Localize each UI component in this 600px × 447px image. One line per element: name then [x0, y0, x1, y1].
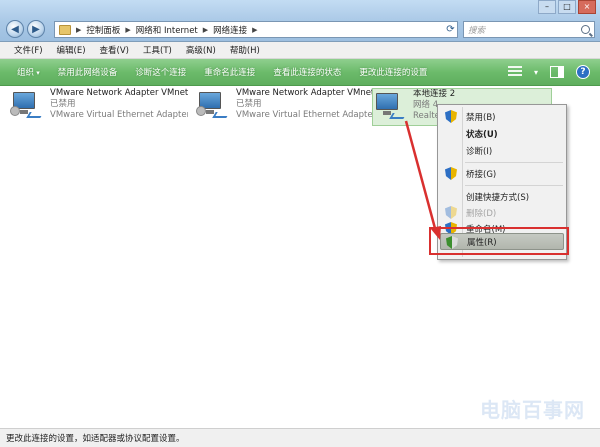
- status-text: 更改此连接的设置，如适配器或协议配置设置。: [6, 434, 185, 444]
- refresh-icon[interactable]: ⟳: [443, 22, 458, 37]
- menu-tools[interactable]: 工具(T): [137, 43, 178, 57]
- window-controls: – □ ×: [538, 0, 596, 14]
- uac-shield-icon: [445, 206, 457, 219]
- menu-bar: 文件(F) 编辑(E) 查看(V) 工具(T) 高级(N) 帮助(H): [0, 42, 600, 59]
- menu-status[interactable]: 状态(U): [440, 125, 564, 142]
- uac-shield-icon: [445, 167, 457, 180]
- disable-device-button[interactable]: 禁用此网络设备: [49, 66, 127, 78]
- adapter-vmnet8[interactable]: VMware Network Adapter VMnet8 已禁用 VMware…: [196, 88, 374, 126]
- diagnose-connection-button[interactable]: 诊断这个连接: [126, 66, 195, 78]
- watermark-logo: 电脑百事网: [480, 398, 585, 422]
- menu-separator: [465, 185, 563, 186]
- adapter-name: VMware Network Adapter VMnet1: [50, 88, 188, 98]
- menu-delete-label: 删除(D): [466, 208, 497, 219]
- adapter-name: 本地连接 2: [413, 89, 456, 99]
- menu-file[interactable]: 文件(F): [8, 43, 49, 57]
- chevron-right-icon[interactable]: ▶: [203, 26, 208, 34]
- chevron-down-icon[interactable]: ▾: [534, 68, 538, 77]
- address-bar[interactable]: ▶ 控制面板 ▶ 网络和 Internet ▶ 网络连接 ▶: [54, 21, 458, 38]
- menu-diagnose-label: 诊断(I): [466, 146, 493, 157]
- menu-status-label: 状态(U): [466, 129, 498, 140]
- menu-view[interactable]: 查看(V): [94, 43, 135, 57]
- search-placeholder: 搜索: [468, 25, 486, 36]
- breadcrumb-network-internet[interactable]: 网络和 Internet: [136, 24, 198, 36]
- network-adapter-icon: [10, 88, 44, 122]
- menu-create-shortcut-label: 创建快捷方式(S): [466, 192, 530, 203]
- adapter-device: VMware Virtual Ethernet Adapter ...: [50, 110, 188, 120]
- search-icon[interactable]: [581, 25, 590, 34]
- close-button[interactable]: ×: [578, 0, 596, 14]
- breadcrumb-control-panel[interactable]: 控制面板: [86, 24, 120, 36]
- command-bar-tools: ▾ ?: [507, 65, 590, 79]
- views-icon[interactable]: [507, 66, 522, 78]
- preview-pane-icon[interactable]: [550, 66, 564, 78]
- change-settings-button[interactable]: 更改此连接的设置: [350, 66, 436, 78]
- organize-button[interactable]: 组织: [8, 66, 49, 78]
- adapter-name: VMware Network Adapter VMnet8: [236, 88, 374, 98]
- menu-separator: [465, 162, 563, 163]
- rename-connection-button[interactable]: 重命名此连接: [195, 66, 264, 78]
- menu-bridge[interactable]: 桥接(G): [440, 165, 564, 182]
- adapter-vmnet1[interactable]: VMware Network Adapter VMnet1 已禁用 VMware…: [10, 88, 188, 126]
- status-bar: 更改此连接的设置，如适配器或协议配置设置。: [0, 428, 600, 447]
- back-button[interactable]: ◀: [6, 20, 24, 38]
- search-input[interactable]: 搜索: [463, 21, 595, 38]
- forward-button[interactable]: ▶: [27, 20, 45, 38]
- menu-delete[interactable]: 删除(D): [440, 204, 564, 221]
- menu-diagnose[interactable]: 诊断(I): [440, 142, 564, 159]
- menu-bridge-label: 桥接(G): [466, 169, 497, 180]
- network-adapter-icon: [196, 88, 230, 122]
- menu-create-shortcut[interactable]: 创建快捷方式(S): [440, 188, 564, 205]
- menu-disable-label: 禁用(B): [466, 112, 496, 123]
- window-titlebar: – □ × ◀ ▶ ▶ 控制面板 ▶ 网络和 Internet ▶ 网络连接 ▶…: [0, 0, 600, 42]
- adapter-status: 已禁用: [50, 99, 76, 109]
- command-bar: 组织 禁用此网络设备 诊断这个连接 重命名此连接 查看此连接的状态 更改此连接的…: [0, 59, 600, 86]
- breadcrumb-network-connections[interactable]: 网络连接: [213, 24, 247, 36]
- adapter-device: VMware Virtual Ethernet Adapter ...: [236, 110, 374, 120]
- annotation-highlight-box: [429, 227, 569, 255]
- uac-shield-icon: [445, 110, 457, 123]
- chevron-right-icon[interactable]: ▶: [125, 26, 130, 34]
- menu-edit[interactable]: 编辑(E): [51, 43, 92, 57]
- minimize-button[interactable]: –: [538, 0, 556, 14]
- adapter-status: 已禁用: [236, 99, 262, 109]
- chevron-right-icon[interactable]: ▶: [76, 26, 81, 34]
- view-status-button[interactable]: 查看此连接的状态: [264, 66, 350, 78]
- menu-disable[interactable]: 禁用(B): [440, 108, 564, 125]
- chevron-right-icon[interactable]: ▶: [252, 26, 257, 34]
- menu-help[interactable]: 帮助(H): [224, 43, 266, 57]
- maximize-button[interactable]: □: [558, 0, 576, 14]
- help-icon[interactable]: ?: [576, 65, 590, 79]
- control-panel-icon: [59, 24, 71, 35]
- network-adapter-icon: [373, 89, 407, 123]
- menu-advanced[interactable]: 高级(N): [180, 43, 222, 57]
